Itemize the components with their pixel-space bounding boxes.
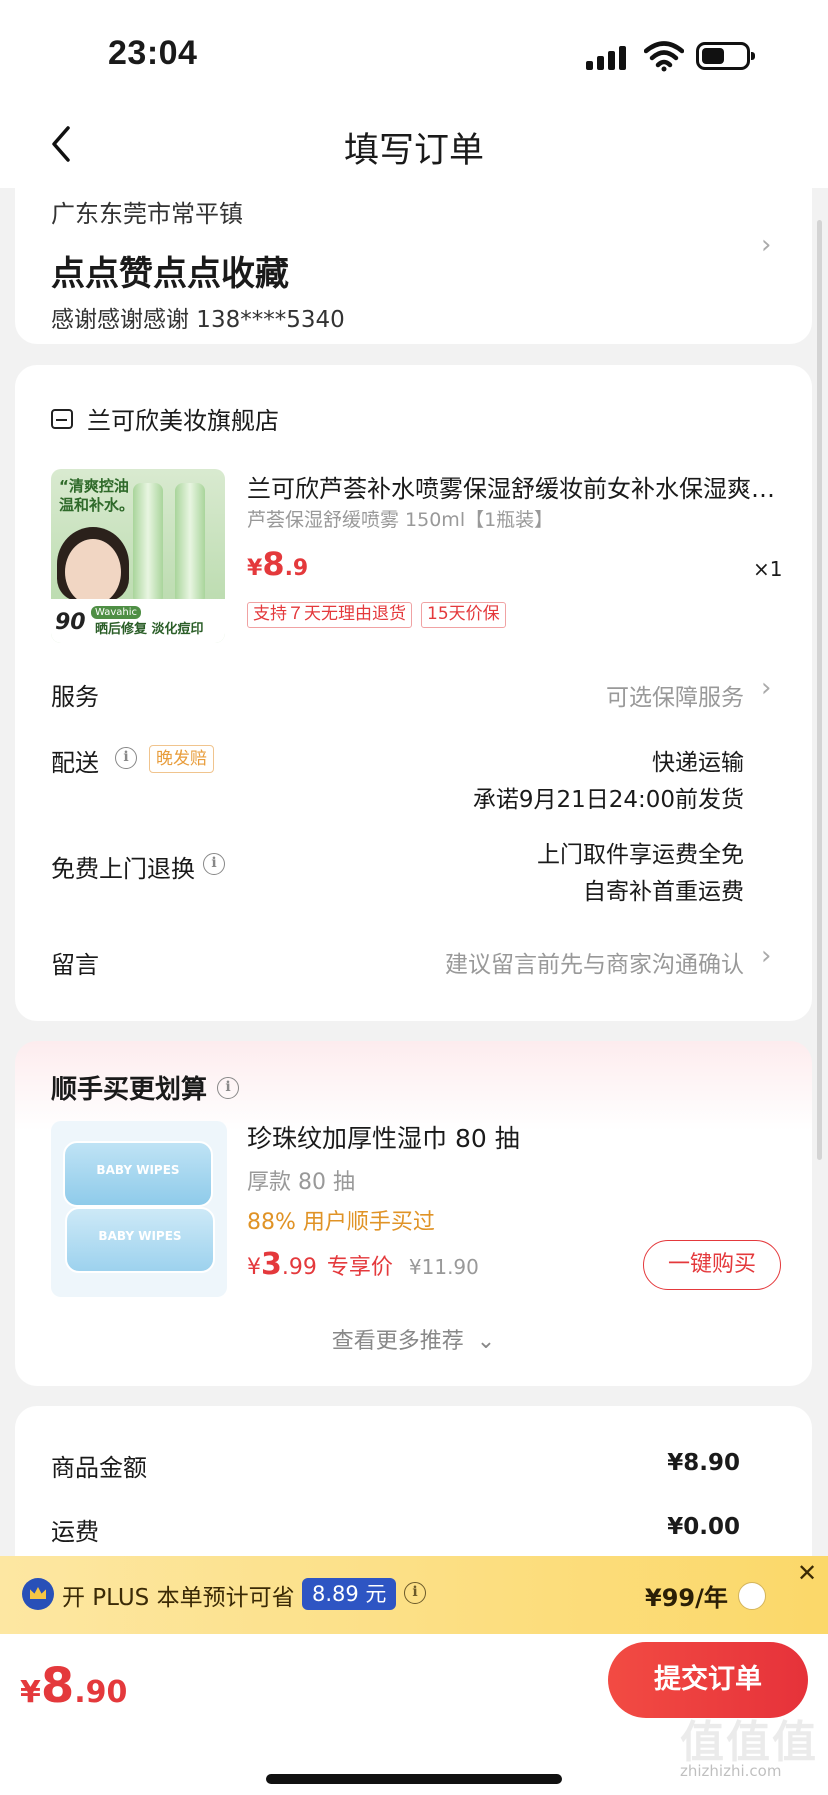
plus-select-radio[interactable] [738,1582,766,1610]
bottle-image [133,483,163,603]
upsell-spec: 厚款 80 抽 [247,1170,355,1195]
return-policy-tag: 支持７天无理由退货 [247,602,412,628]
chevron-down-icon: ⌄ [476,1329,496,1354]
chevron-right-icon: › [761,673,772,703]
one-click-buy-button[interactable]: 一键购买 [643,1240,781,1290]
return-label: 免费上门退换 [51,855,195,883]
recipient-contact: 感谢感谢感谢 138****5340 [51,307,345,333]
shipping-fee-value: ¥0.00 [667,1514,740,1540]
home-indicator[interactable] [266,1774,562,1784]
bottle-image [175,483,205,603]
product-name[interactable]: 兰可欣芦荟补水喷雾保湿舒缓妆前女补水保湿爽肤水化妆水 [247,469,787,504]
signal-icon [586,44,630,70]
note-input[interactable]: 建议留言前先与商家沟通确认 [445,945,744,979]
battery-icon [696,42,755,70]
chevron-right-icon: › [761,230,772,260]
chevron-right-icon: › [761,941,772,971]
product-quantity[interactable]: ×1 [753,557,782,581]
product-spec[interactable]: 芦荟保湿舒缓喷雾 150ml【1瓶装】 [247,505,553,532]
watermark-url: zhizhizhi.com [680,1762,782,1780]
price-protect-tag: 15天价保 [421,602,506,628]
delivery-method: 快递运输 [652,750,744,776]
order-card: 兰可欣美妆旗舰店 “清爽控油 温和补水。 Wavahic 90 晒后修复 淡化痘… [15,365,812,1021]
upsell-percent: 88% 用户顺手买过 [247,1210,435,1235]
address-region: 广东东莞市常平镇 [51,200,243,228]
product-image-claim: 晒后修复 淡化痘印 [95,622,204,637]
wipes-pack-image: BABY WIPES [65,1207,215,1273]
upsell-price: ¥3.99 专享价 ¥11.90 [247,1247,479,1282]
delivery-label: 配送 [51,749,99,777]
total-price: ¥8.90 [20,1658,128,1714]
plus-savings-badge: 8.89 元 [302,1578,397,1610]
wipes-image[interactable]: BABY WIPES BABY WIPES [51,1121,227,1297]
scrollbar[interactable] [817,220,822,1160]
goods-amount-label: 商品金额 [51,1454,147,1482]
status-time: 23:04 [108,34,198,72]
store-icon [51,408,73,429]
trial-number: 90 [55,610,86,635]
product-price: ¥8.9 [247,545,309,583]
product-image[interactable]: “清爽控油 温和补水。 Wavahic 90 晒后修复 淡化痘印 [51,469,225,643]
plus-text: 开 PLUS 本单预计可省 [62,1585,295,1611]
plus-banner[interactable]: 开 PLUS 本单预计可省 8.89 元 i ¥99/年 ✕ [0,1556,828,1634]
upsell-title: 顺手买更划算 i [51,1069,240,1106]
product-image-headline: “清爽控油 温和补水。 [59,477,135,514]
upsell-product-name[interactable]: 珍珠纹加厚性湿巾 80 抽 [247,1119,520,1155]
shipping-fee-label: 运费 [51,1518,99,1546]
service-value[interactable]: 可选保障服务 [606,678,744,712]
watermark: 值值值 [680,1717,818,1768]
status-bar: 23:04 [0,0,828,100]
return-line-2: 自寄补首重运费 [583,879,744,905]
return-line-1: 上门取件享运费全免 [537,842,744,868]
info-icon[interactable]: i [217,1076,240,1099]
address-card[interactable]: 广东东莞市常平镇 点点赞点点收藏 感谢感谢感谢 138****5340 › [15,188,812,344]
checkout-footer: ¥8.90 提交订单 值值值 zhizhizhi.com [0,1634,828,1795]
note-label: 留言 [51,951,99,979]
info-icon[interactable]: i [203,853,225,875]
plus-price: ¥99/年 [645,1584,728,1612]
model-face [65,539,121,605]
goods-amount-value: ¥8.90 [667,1450,740,1476]
close-icon[interactable]: ✕ [786,1556,828,1592]
page-title: 填写订单 [343,131,484,171]
service-label: 服务 [51,683,99,711]
crown-icon [22,1578,54,1610]
see-more-recommendations[interactable]: 查看更多推荐 ⌄ [15,1323,812,1355]
late-compensation-badge: 晚发赔 [149,745,214,773]
store-name: 兰可欣美妆旗舰店 [87,407,279,435]
nav-bar: 填写订单 [0,100,828,188]
store-header[interactable]: 兰可欣美妆旗舰店 [51,401,279,436]
wipes-pack-image: BABY WIPES [63,1141,213,1207]
info-icon[interactable]: i [115,747,137,769]
wifi-icon [644,41,684,72]
info-icon[interactable]: i [404,1582,426,1604]
upsell-card: 顺手买更划算 i BABY WIPES BABY WIPES 珍珠纹加厚性湿巾 … [15,1041,812,1386]
recipient-name: 点点赞点点收藏 [51,254,289,294]
delivery-promise: 承诺9月21日24:00前发货 [472,787,744,813]
